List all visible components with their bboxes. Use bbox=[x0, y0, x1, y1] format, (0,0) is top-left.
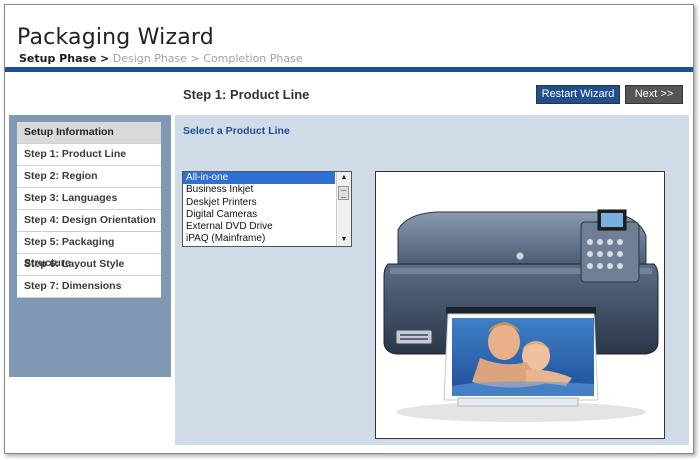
list-item[interactable]: Deskjet Printers bbox=[183, 197, 335, 209]
list-item[interactable]: Business Inkjet bbox=[183, 184, 335, 196]
sidebar-item-languages[interactable]: Step 3: Languages bbox=[17, 188, 161, 210]
scroll-down-arrow-icon[interactable]: ▼ bbox=[337, 234, 351, 246]
list-item[interactable]: Digital Cameras bbox=[183, 209, 335, 221]
sidebar-nav: Setup Information Step 1: Product Line S… bbox=[17, 122, 161, 298]
breadcrumb-setup-phase: Setup Phase bbox=[19, 52, 97, 65]
sidebar-item-layout-style[interactable]: Step 6: Layout Style bbox=[17, 254, 161, 276]
list-item[interactable]: External DVD Drive bbox=[183, 221, 335, 233]
step-title: Step 1: Product Line bbox=[183, 87, 310, 102]
sidebar-item-region[interactable]: Step 2: Region bbox=[17, 166, 161, 188]
listbox-scrollbar[interactable]: ▲ ▼ bbox=[336, 172, 351, 246]
listbox-options: All-in-one Business Inkjet Deskjet Print… bbox=[183, 172, 335, 246]
printer-image bbox=[383, 209, 659, 422]
sidebar-item-dimensions[interactable]: Step 7: Dimensions bbox=[17, 276, 161, 298]
sidebar: Setup Information Step 1: Product Line S… bbox=[9, 115, 171, 377]
product-image-frame bbox=[375, 171, 665, 439]
next-button[interactable]: Next >> bbox=[625, 85, 683, 104]
breadcrumb: Setup Phase > Design Phase > Completion … bbox=[19, 52, 303, 65]
breadcrumb-completion-phase: Completion Phase bbox=[203, 52, 303, 65]
header-divider bbox=[5, 67, 693, 72]
main-panel: Select a Product Line All-in-one Busines… bbox=[175, 115, 689, 445]
sidebar-item-design-orientation[interactable]: Step 4: Design Orientation bbox=[17, 210, 161, 232]
page-title: Packaging Wizard bbox=[17, 25, 214, 50]
product-line-listbox[interactable]: All-in-one Business Inkjet Deskjet Print… bbox=[182, 171, 352, 247]
restart-wizard-button[interactable]: Restart Wizard bbox=[536, 85, 620, 104]
wizard-window: Packaging Wizard Setup Phase > Design Ph… bbox=[4, 4, 694, 454]
header: Packaging Wizard Setup Phase > Design Ph… bbox=[5, 5, 693, 72]
list-item-selected[interactable]: All-in-one bbox=[183, 172, 335, 185]
sidebar-item-setup-information: Setup Information bbox=[17, 122, 161, 144]
list-item[interactable]: iPAQ (Mainframe) bbox=[183, 233, 335, 245]
breadcrumb-separator: > bbox=[190, 52, 200, 65]
sidebar-item-packaging-structure[interactable]: Step 5: Packaging Structure bbox=[17, 232, 161, 269]
breadcrumb-design-phase: Design Phase bbox=[112, 52, 188, 65]
scrollbar-thumb[interactable] bbox=[338, 186, 349, 200]
scroll-up-arrow-icon[interactable]: ▲ bbox=[337, 172, 351, 184]
select-product-line-label: Select a Product Line bbox=[183, 125, 290, 137]
breadcrumb-separator: > bbox=[100, 52, 110, 65]
sidebar-item-product-line[interactable]: Step 1: Product Line bbox=[17, 144, 161, 166]
